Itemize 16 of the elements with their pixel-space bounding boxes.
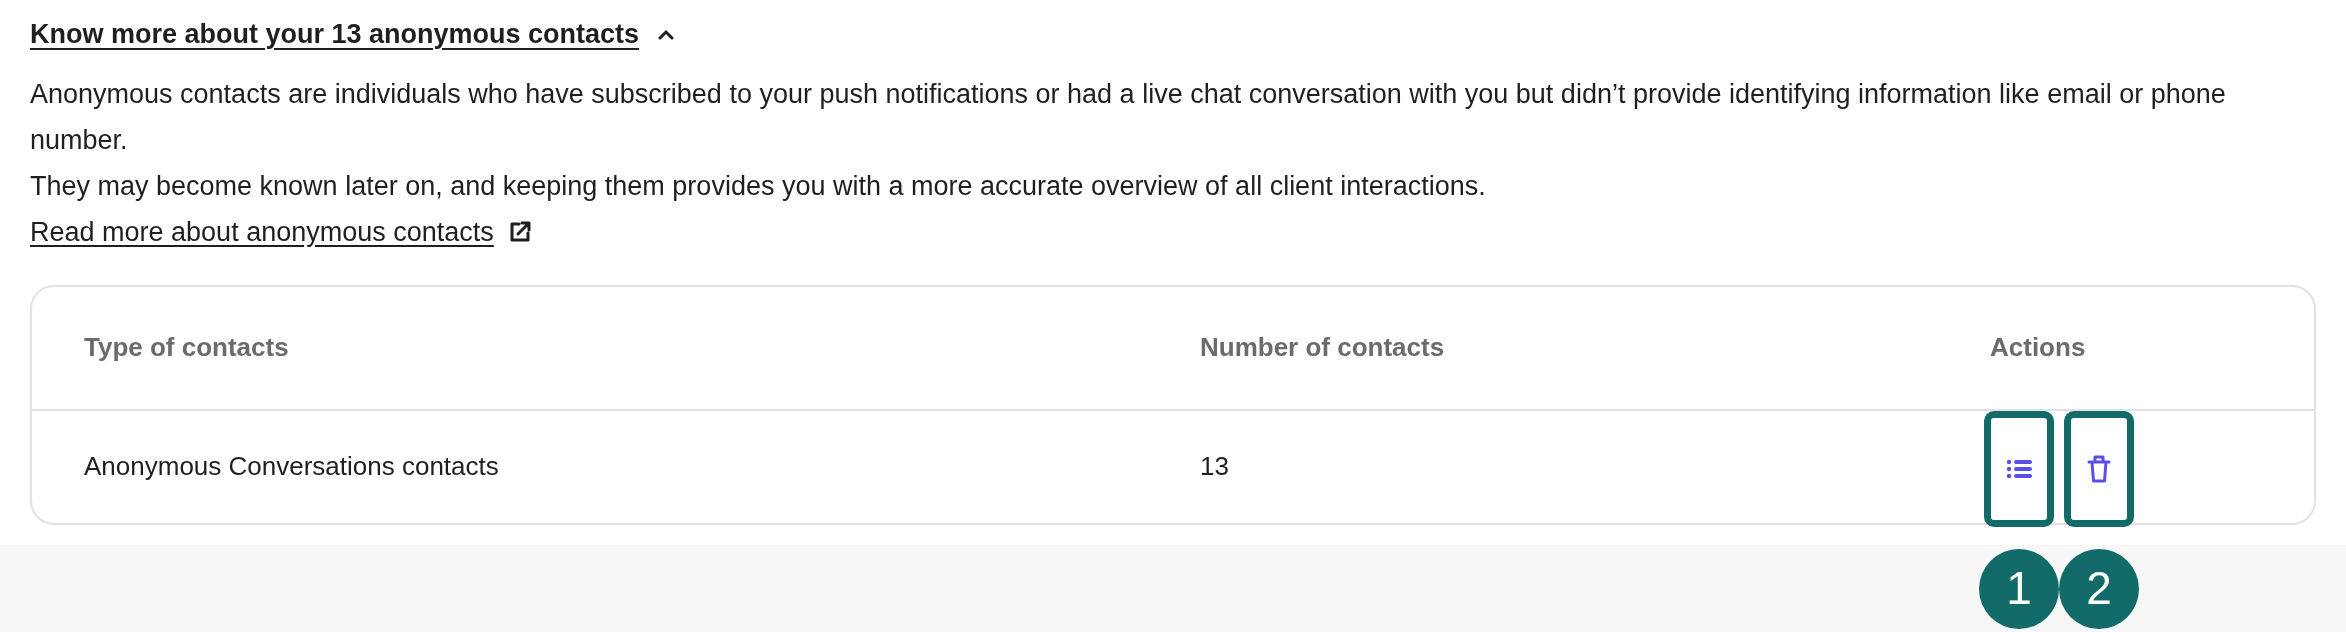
column-header: Type of contacts bbox=[83, 331, 290, 364]
description-text: They may become known later on, and keeping them provides you with a more accurate overview of all client interactions. bbox=[30, 169, 1487, 203]
list-button[interactable] bbox=[1984, 410, 2054, 527]
section-toggle[interactable]: Know more about your 13 anonymous contacts bbox=[30, 14, 676, 55]
read-more-link[interactable]: Read more about anonymous contacts bbox=[30, 208, 532, 255]
column-header: Number of contacts bbox=[1199, 331, 1446, 364]
column-header: Actions bbox=[1989, 331, 2086, 364]
trash-icon bbox=[2087, 453, 2111, 484]
list-icon bbox=[2006, 457, 2032, 480]
delete-button[interactable] bbox=[2064, 410, 2134, 527]
chevron-up-icon bbox=[657, 28, 676, 41]
number-marker: 1 bbox=[1979, 548, 2059, 629]
table-cell-text: Anonymous Conversations contacts bbox=[83, 450, 500, 483]
description-text: Anonymous contacts are individuals who have subscribed to your push notifications or had a live chat conversation with you but didn’t provide identifying information like email or phone number. bbox=[30, 77, 2227, 157]
number-marker: 2 bbox=[2059, 548, 2139, 629]
table-cell-text: 13 bbox=[1199, 450, 1230, 483]
